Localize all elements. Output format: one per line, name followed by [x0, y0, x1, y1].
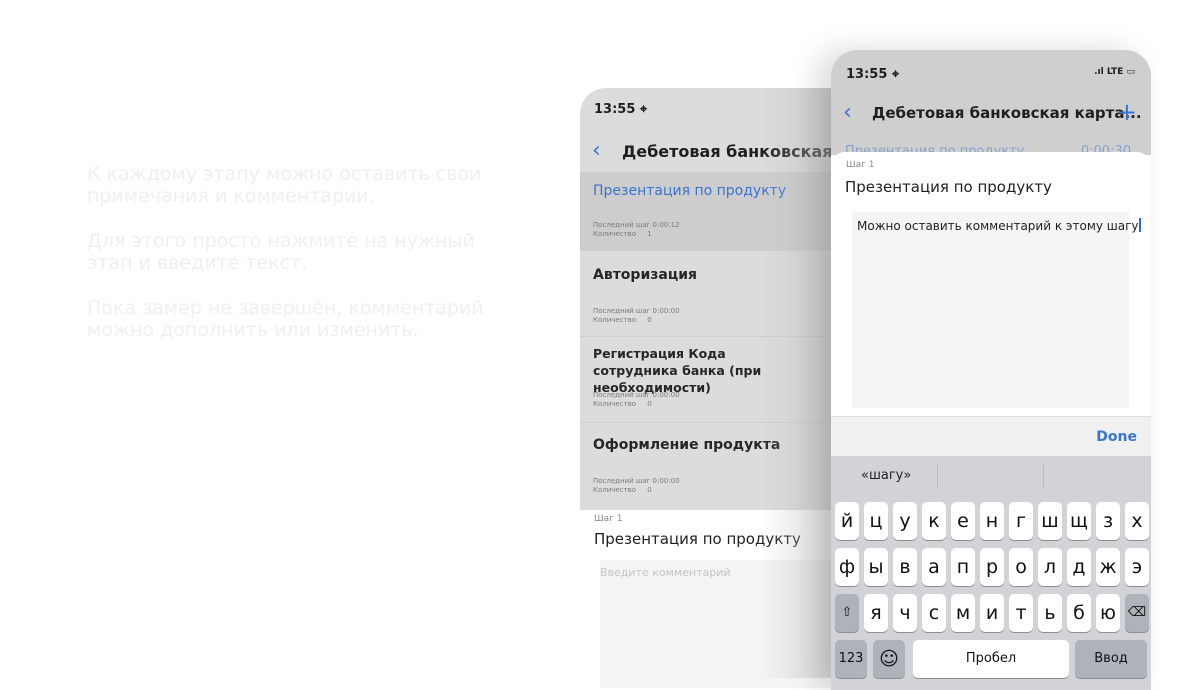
phone-shadow [760, 88, 832, 678]
key[interactable]: в [893, 548, 917, 586]
description-paragraph-2: Для этого просто нажмите на нужный этап … [87, 230, 475, 274]
key[interactable]: х [1125, 502, 1149, 540]
description-paragraph-1: К каждому этапу можно оставить свои прим… [87, 163, 482, 207]
step-meta: Последний шаг 0:00:00 Количество 0 [593, 477, 680, 494]
step-number-label: Шаг 1 [846, 160, 875, 170]
key[interactable]: ш [1038, 502, 1062, 540]
key[interactable]: с [922, 594, 946, 632]
step-title: Презентация по продукту [593, 183, 787, 199]
key[interactable]: ц [864, 502, 888, 540]
keyboard-toolbar: Done [831, 416, 1151, 457]
key[interactable]: т [1009, 594, 1033, 632]
description-paragraph-3: Пока замер не завершён, комментарий можн… [87, 297, 484, 341]
nav-title: Дебетовая банковская карта... [872, 104, 1142, 122]
key[interactable]: у [893, 502, 917, 540]
key[interactable]: а [922, 548, 946, 586]
step-title: Авторизация [593, 267, 698, 283]
comment-input[interactable] [852, 212, 1129, 408]
suggestion-bar: «шагу» [831, 456, 1151, 494]
key[interactable]: е [951, 502, 975, 540]
status-time: 13:55 ⌖ [846, 67, 900, 82]
key[interactable]: ь [1038, 594, 1062, 632]
status-time: 13:55 ⌖ [594, 102, 648, 117]
space-key[interactable]: Пробел [913, 640, 1069, 678]
shift-key[interactable]: ⇧ [835, 594, 859, 632]
comment-text: Можно оставить комментарий к этому шагу [857, 218, 1141, 233]
step-meta: Последний шаг 0:00:00 Количество 0 [593, 391, 680, 408]
key[interactable]: д [1067, 548, 1091, 586]
key[interactable]: ф [835, 548, 859, 586]
description-text: К каждому этапу можно оставить свои прим… [87, 163, 487, 364]
key[interactable]: л [1038, 548, 1062, 586]
text-caret [1138, 218, 1141, 232]
key[interactable]: ю [1096, 594, 1120, 632]
key[interactable]: и [980, 594, 1004, 632]
dimmed-header [831, 50, 1151, 155]
key[interactable]: ч [893, 594, 917, 632]
comment-placeholder: Введите комментарий [600, 566, 731, 579]
step-number-label: Шаг 1 [594, 514, 623, 524]
suggestion-divider [1043, 464, 1044, 488]
key[interactable]: р [980, 548, 1004, 586]
key[interactable]: з [1096, 502, 1120, 540]
numbers-key[interactable]: 123 [835, 640, 867, 678]
status-signal-battery-icon: .ıl LTE ▭ [1094, 67, 1135, 77]
step-meta: Последний шаг 0:00:00 Количество 0 [593, 307, 680, 324]
front-phone-screen: 13:55 ⌖ .ıl LTE ▭ ‹ Дебетовая банковская… [831, 50, 1151, 690]
step-meta: Последний шаг 0:00:12 Количество 1 [593, 221, 680, 238]
key[interactable]: м [951, 594, 975, 632]
suggestion-divider [937, 464, 938, 488]
key[interactable]: я [864, 594, 888, 632]
key[interactable]: г [1009, 502, 1033, 540]
key[interactable]: б [1067, 594, 1091, 632]
key[interactable]: н [980, 502, 1004, 540]
step-title: Презентация по продукту [845, 178, 1052, 196]
key[interactable]: ы [864, 548, 888, 586]
key[interactable]: й [835, 502, 859, 540]
key[interactable]: щ [1067, 502, 1091, 540]
key[interactable]: о [1009, 548, 1033, 586]
back-chevron-icon[interactable]: ‹ [843, 100, 852, 125]
done-button[interactable]: Done [1096, 429, 1137, 445]
key[interactable]: п [951, 548, 975, 586]
keyboard: «шагу» й ц у к е н г ш щ з х ф ы в а п р… [831, 456, 1151, 690]
back-chevron-icon[interactable]: ‹ [592, 138, 601, 163]
emoji-key-icon[interactable]: ☺ [873, 640, 905, 678]
add-icon[interactable]: + [1117, 98, 1137, 126]
key[interactable]: ж [1096, 548, 1120, 586]
backspace-key[interactable]: ⌫ [1125, 594, 1149, 632]
enter-key[interactable]: Ввод [1075, 640, 1147, 678]
key[interactable]: э [1125, 548, 1149, 586]
suggestion-item[interactable]: «шагу» [861, 468, 911, 483]
step-title: Оформление продукта [593, 437, 781, 453]
key[interactable]: к [922, 502, 946, 540]
